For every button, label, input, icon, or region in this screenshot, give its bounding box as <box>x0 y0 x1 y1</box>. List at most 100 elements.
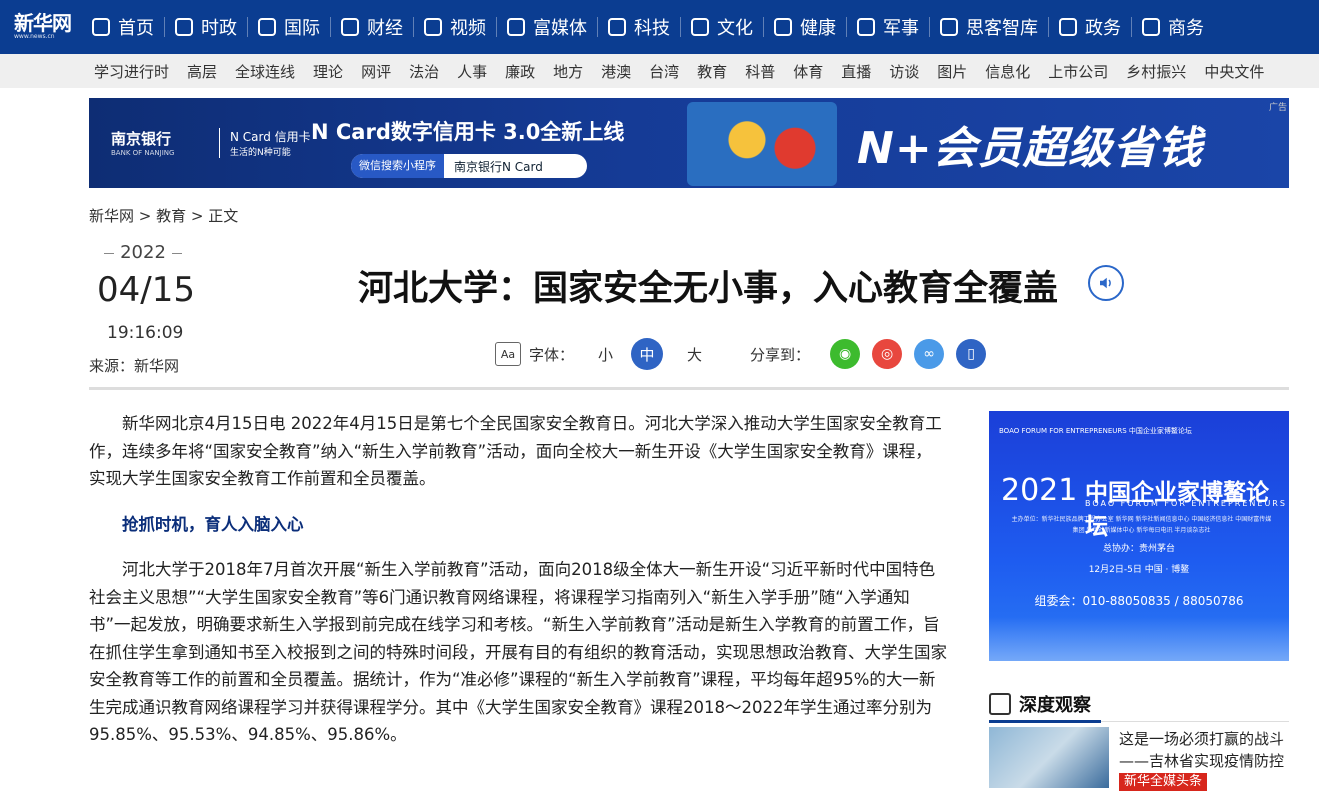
banner-slogan: N+会员超级省钱 <box>857 123 1203 174</box>
nav-item-label: 健康 <box>800 18 836 39</box>
chart-icon <box>341 18 359 36</box>
nav-item[interactable]: 财经 <box>331 0 413 54</box>
share-label: 分享到： <box>750 345 811 364</box>
nav-item[interactable]: 商务 <box>1132 0 1214 54</box>
subnav-item[interactable]: 教育 <box>697 61 727 82</box>
subnav-item[interactable]: 直播 <box>841 61 871 82</box>
date-time: 19:16:09 <box>107 323 184 343</box>
weibo-share-icon[interactable]: ◎ <box>872 339 903 369</box>
nav-item[interactable]: 文化 <box>681 0 763 54</box>
subnav-item[interactable]: 中央文件 <box>1204 61 1264 82</box>
nav-item[interactable]: 健康 <box>764 0 846 54</box>
date-month-day: 04/15 <box>97 270 195 310</box>
grid-icon <box>507 18 525 36</box>
subnav-item[interactable]: 廉政 <box>505 61 535 82</box>
nav-item[interactable]: 政务 <box>1049 0 1131 54</box>
banner-search-text: 南京银行N Card <box>454 159 543 174</box>
font-small-button[interactable]: 小 <box>598 344 613 365</box>
atom-icon <box>608 18 626 36</box>
subnav-item[interactable]: 访谈 <box>889 61 919 82</box>
building-icon <box>1059 18 1077 36</box>
article-paragraph: 河北大学于2018年7月首次开展“新生入学前教育”活动，面向2018级全体大一新… <box>89 560 947 744</box>
globe-icon <box>258 18 276 36</box>
article-paragraph: 新华网北京4月15日电 2022年4月15日是第七个全民国家安全教育日。河北大学… <box>89 414 942 488</box>
subnav-item[interactable]: 图片 <box>937 61 967 82</box>
banner-headline: N Card数字信用卡 3.0全新上线 <box>311 120 625 144</box>
banner-search-label: 微信搜索小程序 <box>351 154 444 178</box>
subnav-item[interactable]: 学习进行时 <box>94 61 169 82</box>
banner-ad[interactable]: 南京银行 BANK OF NANJING N Card 信用卡 生活的N种可能 … <box>89 98 1289 188</box>
forum-cohost: 总协办：贵州茅台 <box>1102 544 1175 554</box>
book-icon <box>691 18 709 36</box>
subnav-item[interactable]: 信息化 <box>985 61 1030 82</box>
subnav-item[interactable]: 全球连线 <box>235 61 295 82</box>
nav-item-label: 富媒体 <box>533 18 587 39</box>
font-label: 字体： <box>529 345 575 364</box>
nav-item[interactable]: 国际 <box>248 0 330 54</box>
nav-item-label: 文化 <box>717 18 753 39</box>
ad-label: 广告 <box>1268 103 1287 113</box>
deep-observation-header: 深度观察 <box>989 686 1289 723</box>
nav-item-label: 视频 <box>450 18 486 39</box>
subnav-item[interactable]: 网评 <box>361 61 391 82</box>
top-nav: 新华网 www.news.cn 首页 时政 国际 财经 视频 富媒体 科技 文化 健康 军事 思客智… <box>0 0 1319 54</box>
nav-item-label: 思客智库 <box>966 18 1038 39</box>
nav-item[interactable]: 科技 <box>598 0 680 54</box>
nav-item-label: 政务 <box>1085 18 1121 39</box>
wechat-share-icon[interactable]: ◉ <box>830 339 861 369</box>
nav-item[interactable]: 思客智库 <box>930 0 1048 54</box>
play-icon <box>424 18 442 36</box>
page-title: 河北大学：国家安全无小事，入心教育全覆盖 <box>358 268 1059 309</box>
forum-ad[interactable]: BOAO FORUM FOR ENTREPRENEURS 中国企业家博鳌论坛 2… <box>989 411 1289 661</box>
forum-org: BOAO FORUM FOR ENTREPRENEURS 中国企业家博鳌论坛 <box>999 427 1192 435</box>
forum-dates: 12月2日-5日 中国 · 博鳌 <box>1088 565 1190 575</box>
nav-item[interactable]: 富媒体 <box>497 0 597 54</box>
font-medium-button[interactable]: 中 <box>631 338 664 370</box>
speaker-icon-glyph <box>1100 277 1111 289</box>
nav-item-label: 科技 <box>634 18 670 39</box>
mobile-share-icon[interactable]: ▯ <box>956 339 987 369</box>
forum-year: 2021 <box>1001 473 1078 508</box>
subnav-item[interactable]: 高层 <box>187 61 217 82</box>
bank-name: 南京银行 <box>111 130 172 148</box>
subnav-item[interactable]: 乡村振兴 <box>1126 61 1186 82</box>
nav-item[interactable]: 首页 <box>82 0 164 54</box>
bank-logo: 南京银行 BANK OF NANJING <box>111 128 174 157</box>
shield-icon <box>857 18 875 36</box>
document-icon <box>175 18 193 36</box>
banner-photo <box>687 102 837 186</box>
skyline-graphic <box>989 617 1289 661</box>
subnav-item[interactable]: 法治 <box>409 61 439 82</box>
divider <box>89 387 1289 390</box>
deep-item-tag[interactable]: 新华全媒头条 <box>1119 773 1208 791</box>
ncard-logo: N Card 信用卡 生活的N种可能 <box>219 128 311 158</box>
subnav-item[interactable]: 科普 <box>745 61 775 82</box>
deep-observation-title: 深度观察 <box>1019 694 1091 716</box>
bank-name-en: BANK OF NANJING <box>111 149 175 157</box>
subnav-item[interactable]: 体育 <box>793 61 823 82</box>
font-large-button[interactable]: 大 <box>687 344 702 365</box>
header-underline <box>989 720 1101 723</box>
subnav-item[interactable]: 人事 <box>457 61 487 82</box>
nav-item-label: 商务 <box>1168 18 1204 39</box>
subnav-item[interactable]: 上市公司 <box>1048 61 1108 82</box>
subnav-item[interactable]: 港澳 <box>601 61 631 82</box>
subnav-item[interactable]: 理论 <box>313 61 343 82</box>
deep-item-title[interactable]: 这是一场必须打赢的战斗——吉林省实现疫情防控 <box>1119 728 1299 772</box>
subnav-item[interactable]: 地方 <box>553 61 583 82</box>
forum-contact: 组委会：010-88050835 / 88050786 <box>1034 594 1244 608</box>
breadcrumb[interactable]: 新华网 > 教育 > 正文 <box>89 205 238 226</box>
window-icon <box>989 692 1011 715</box>
nav-item[interactable]: 时政 <box>165 0 247 54</box>
subnav-item[interactable]: 台湾 <box>649 61 679 82</box>
nav-item[interactable]: 视频 <box>414 0 496 54</box>
xinhua-logo[interactable]: 新华网 www.news.cn <box>0 0 82 54</box>
speaker-icon[interactable] <box>1088 265 1124 301</box>
nav-item[interactable]: 军事 <box>847 0 929 54</box>
nav-item-label: 国际 <box>284 18 320 39</box>
link-share-icon[interactable]: ∞ <box>914 339 945 369</box>
heart-icon <box>774 18 792 36</box>
ncard-label: N Card 信用卡 <box>230 130 311 144</box>
article-body: 新华网北京4月15日电 2022年4月15日是第七个全民国家安全教育日。河北大学… <box>89 410 947 767</box>
deep-item-image[interactable] <box>989 727 1109 788</box>
